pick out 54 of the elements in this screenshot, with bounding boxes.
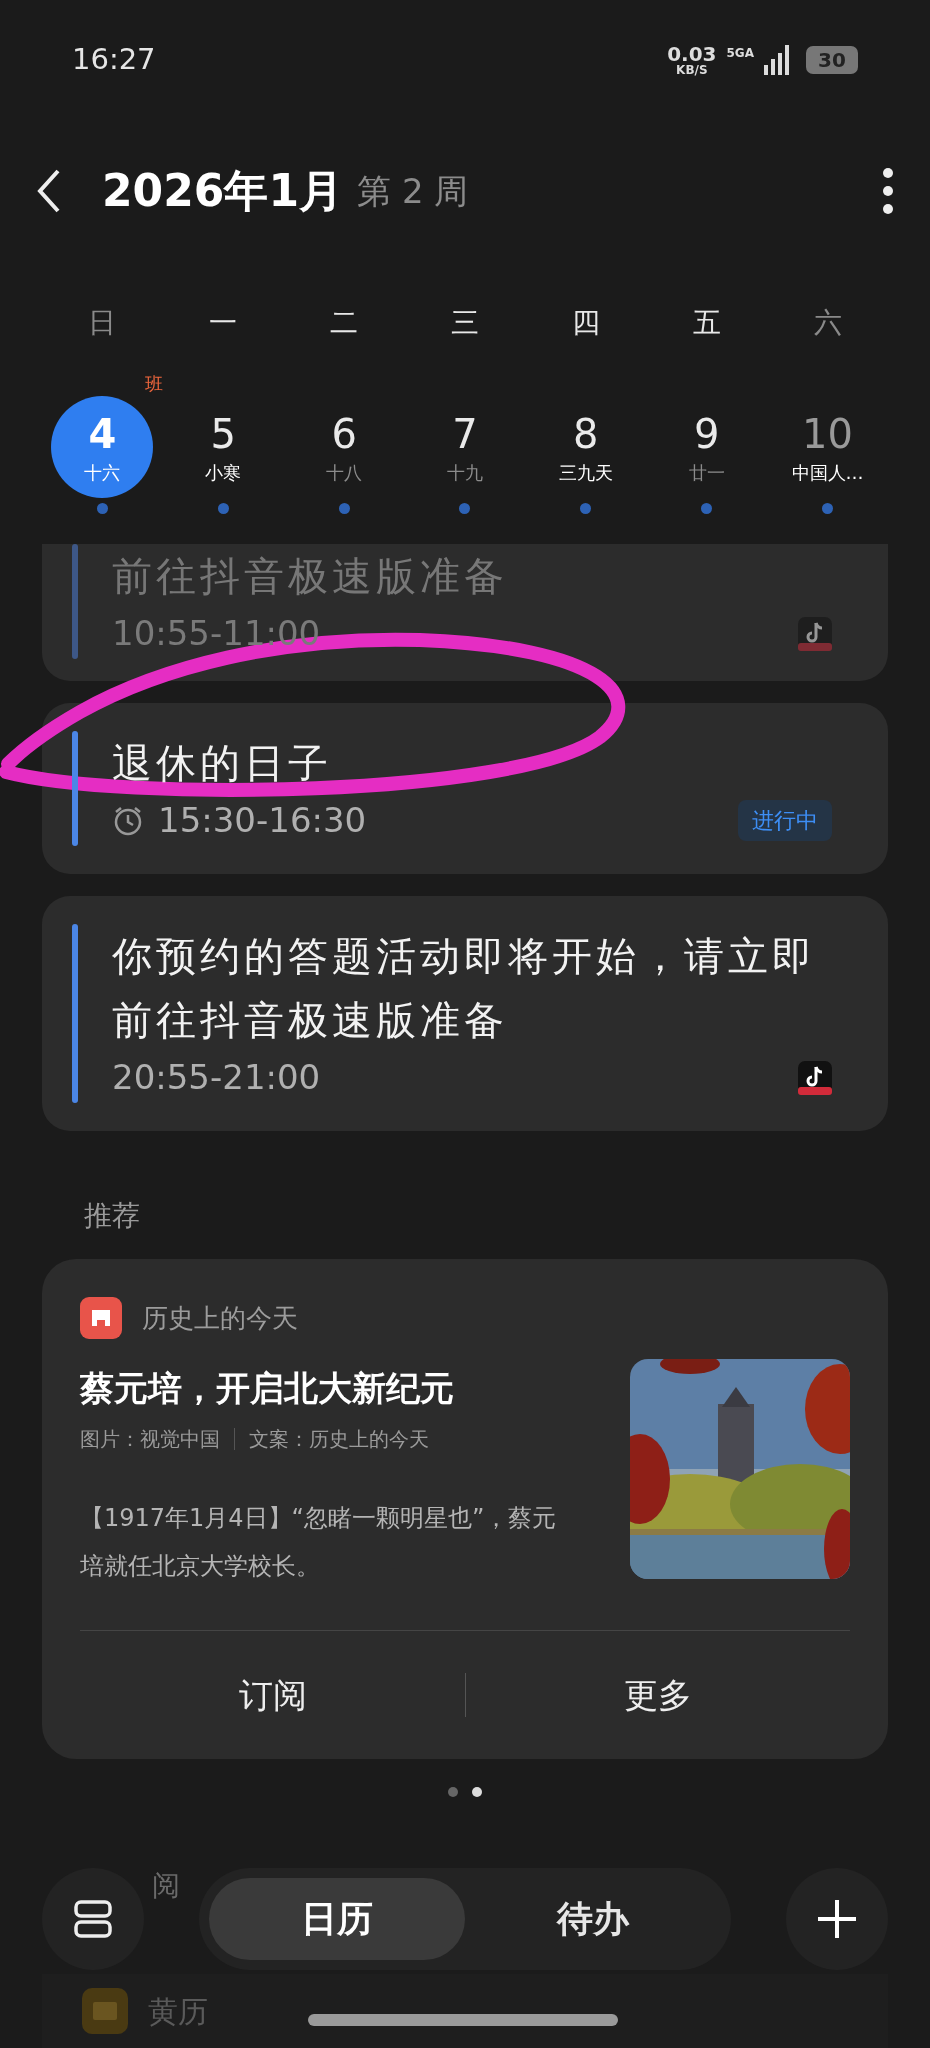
card-action-button[interactable]: 订阅 xyxy=(228,1669,317,1721)
more-icon[interactable] xyxy=(882,167,894,215)
event-time: 15:30-16:30 xyxy=(158,799,367,842)
alarm-icon xyxy=(112,804,144,837)
month-title: 2026年1月 xyxy=(102,164,344,218)
date-cell[interactable]: 4 十六 xyxy=(51,396,154,498)
section-label: 推荐 xyxy=(84,1198,141,1234)
signal-icon xyxy=(764,45,790,75)
date-cell[interactable]: 7 十九 xyxy=(414,396,516,498)
article-summary: 【1917年1月4日】“忽睹一颗明星也”，蔡元培就任北京大学校长。 xyxy=(80,1503,558,1582)
card-action-button[interactable]: 更多 xyxy=(614,1669,702,1721)
battery-indicator: 30 xyxy=(806,46,858,74)
subscription-name: 黄历 xyxy=(148,1992,208,2031)
workday-label: 班 xyxy=(144,372,163,396)
date-cell[interactable]: 6 十八 xyxy=(293,396,396,498)
plus-icon xyxy=(816,1898,858,1940)
article-headline: 蔡元培，开启北大新纪元 xyxy=(80,1367,455,1410)
weekday-label: 二 xyxy=(330,305,359,341)
event-title: 退休的日子 xyxy=(112,739,333,788)
date-cell[interactable]: 5 小寒 xyxy=(172,396,275,498)
event-time: 20:55-21:00 xyxy=(112,1056,321,1099)
view-tab[interactable]: 待办 xyxy=(465,1878,721,1960)
status-time: 16:27 xyxy=(72,41,156,79)
text-credit: 文案：历史上的今天 xyxy=(249,1426,429,1453)
weekday-label: 五 xyxy=(692,305,721,341)
network-speed: 0.03 xyxy=(667,44,717,64)
event-card[interactable]: 退休的日子 15:30-16:30 进行中 xyxy=(42,703,888,874)
recommend-card[interactable]: 历史上的今天 蔡元培，开启北大新纪元 图片：视觉中国 文案：历史上的今天 【1917年1月4日】“忽睹一颗明星也”，蔡元培就任北京大学校长。 订阅 更多 xyxy=(42,1259,888,1759)
date-cell[interactable]: 8 三九天 xyxy=(534,396,637,498)
weekday-label: 四 xyxy=(571,305,600,341)
source-name: 历史上的今天 xyxy=(142,1301,298,1335)
section-label: 阅 xyxy=(152,1868,181,1904)
app-icon xyxy=(798,616,832,651)
event-title: 前往抖音极速版准备 xyxy=(112,552,509,601)
date-cell[interactable]: 9 廿一 xyxy=(655,396,758,498)
status-badge: 进行中 xyxy=(738,800,832,841)
almanac-icon xyxy=(82,1988,128,2034)
network-type: 5GA xyxy=(726,45,754,62)
event-title: 你预约的答题活动即将开始，请立即前往抖音极速版准备 xyxy=(112,932,817,1045)
weekday-label: 三 xyxy=(451,305,479,341)
view-tab[interactable]: 日历 xyxy=(209,1878,465,1960)
app-icon xyxy=(798,1060,832,1095)
weekday-label: 六 xyxy=(813,305,842,341)
history-app-icon xyxy=(80,1297,122,1339)
event-card[interactable]: 你预约的答题活动即将开始，请立即前往抖音极速版准备 20:55-21:00 xyxy=(42,896,888,1131)
weekday-label: 日 xyxy=(88,305,117,341)
image-credit: 图片：视觉中国 xyxy=(80,1426,220,1453)
back-icon[interactable] xyxy=(36,168,62,214)
week-number: 第 2 周 xyxy=(357,169,469,213)
weekday-label: 一 xyxy=(209,305,238,341)
network-speed-unit: KB/S xyxy=(676,64,708,76)
list-view-icon xyxy=(74,1900,112,1938)
date-cell[interactable]: 10 中国人… xyxy=(776,396,879,498)
event-time: 10:55-11:00 xyxy=(112,612,321,655)
